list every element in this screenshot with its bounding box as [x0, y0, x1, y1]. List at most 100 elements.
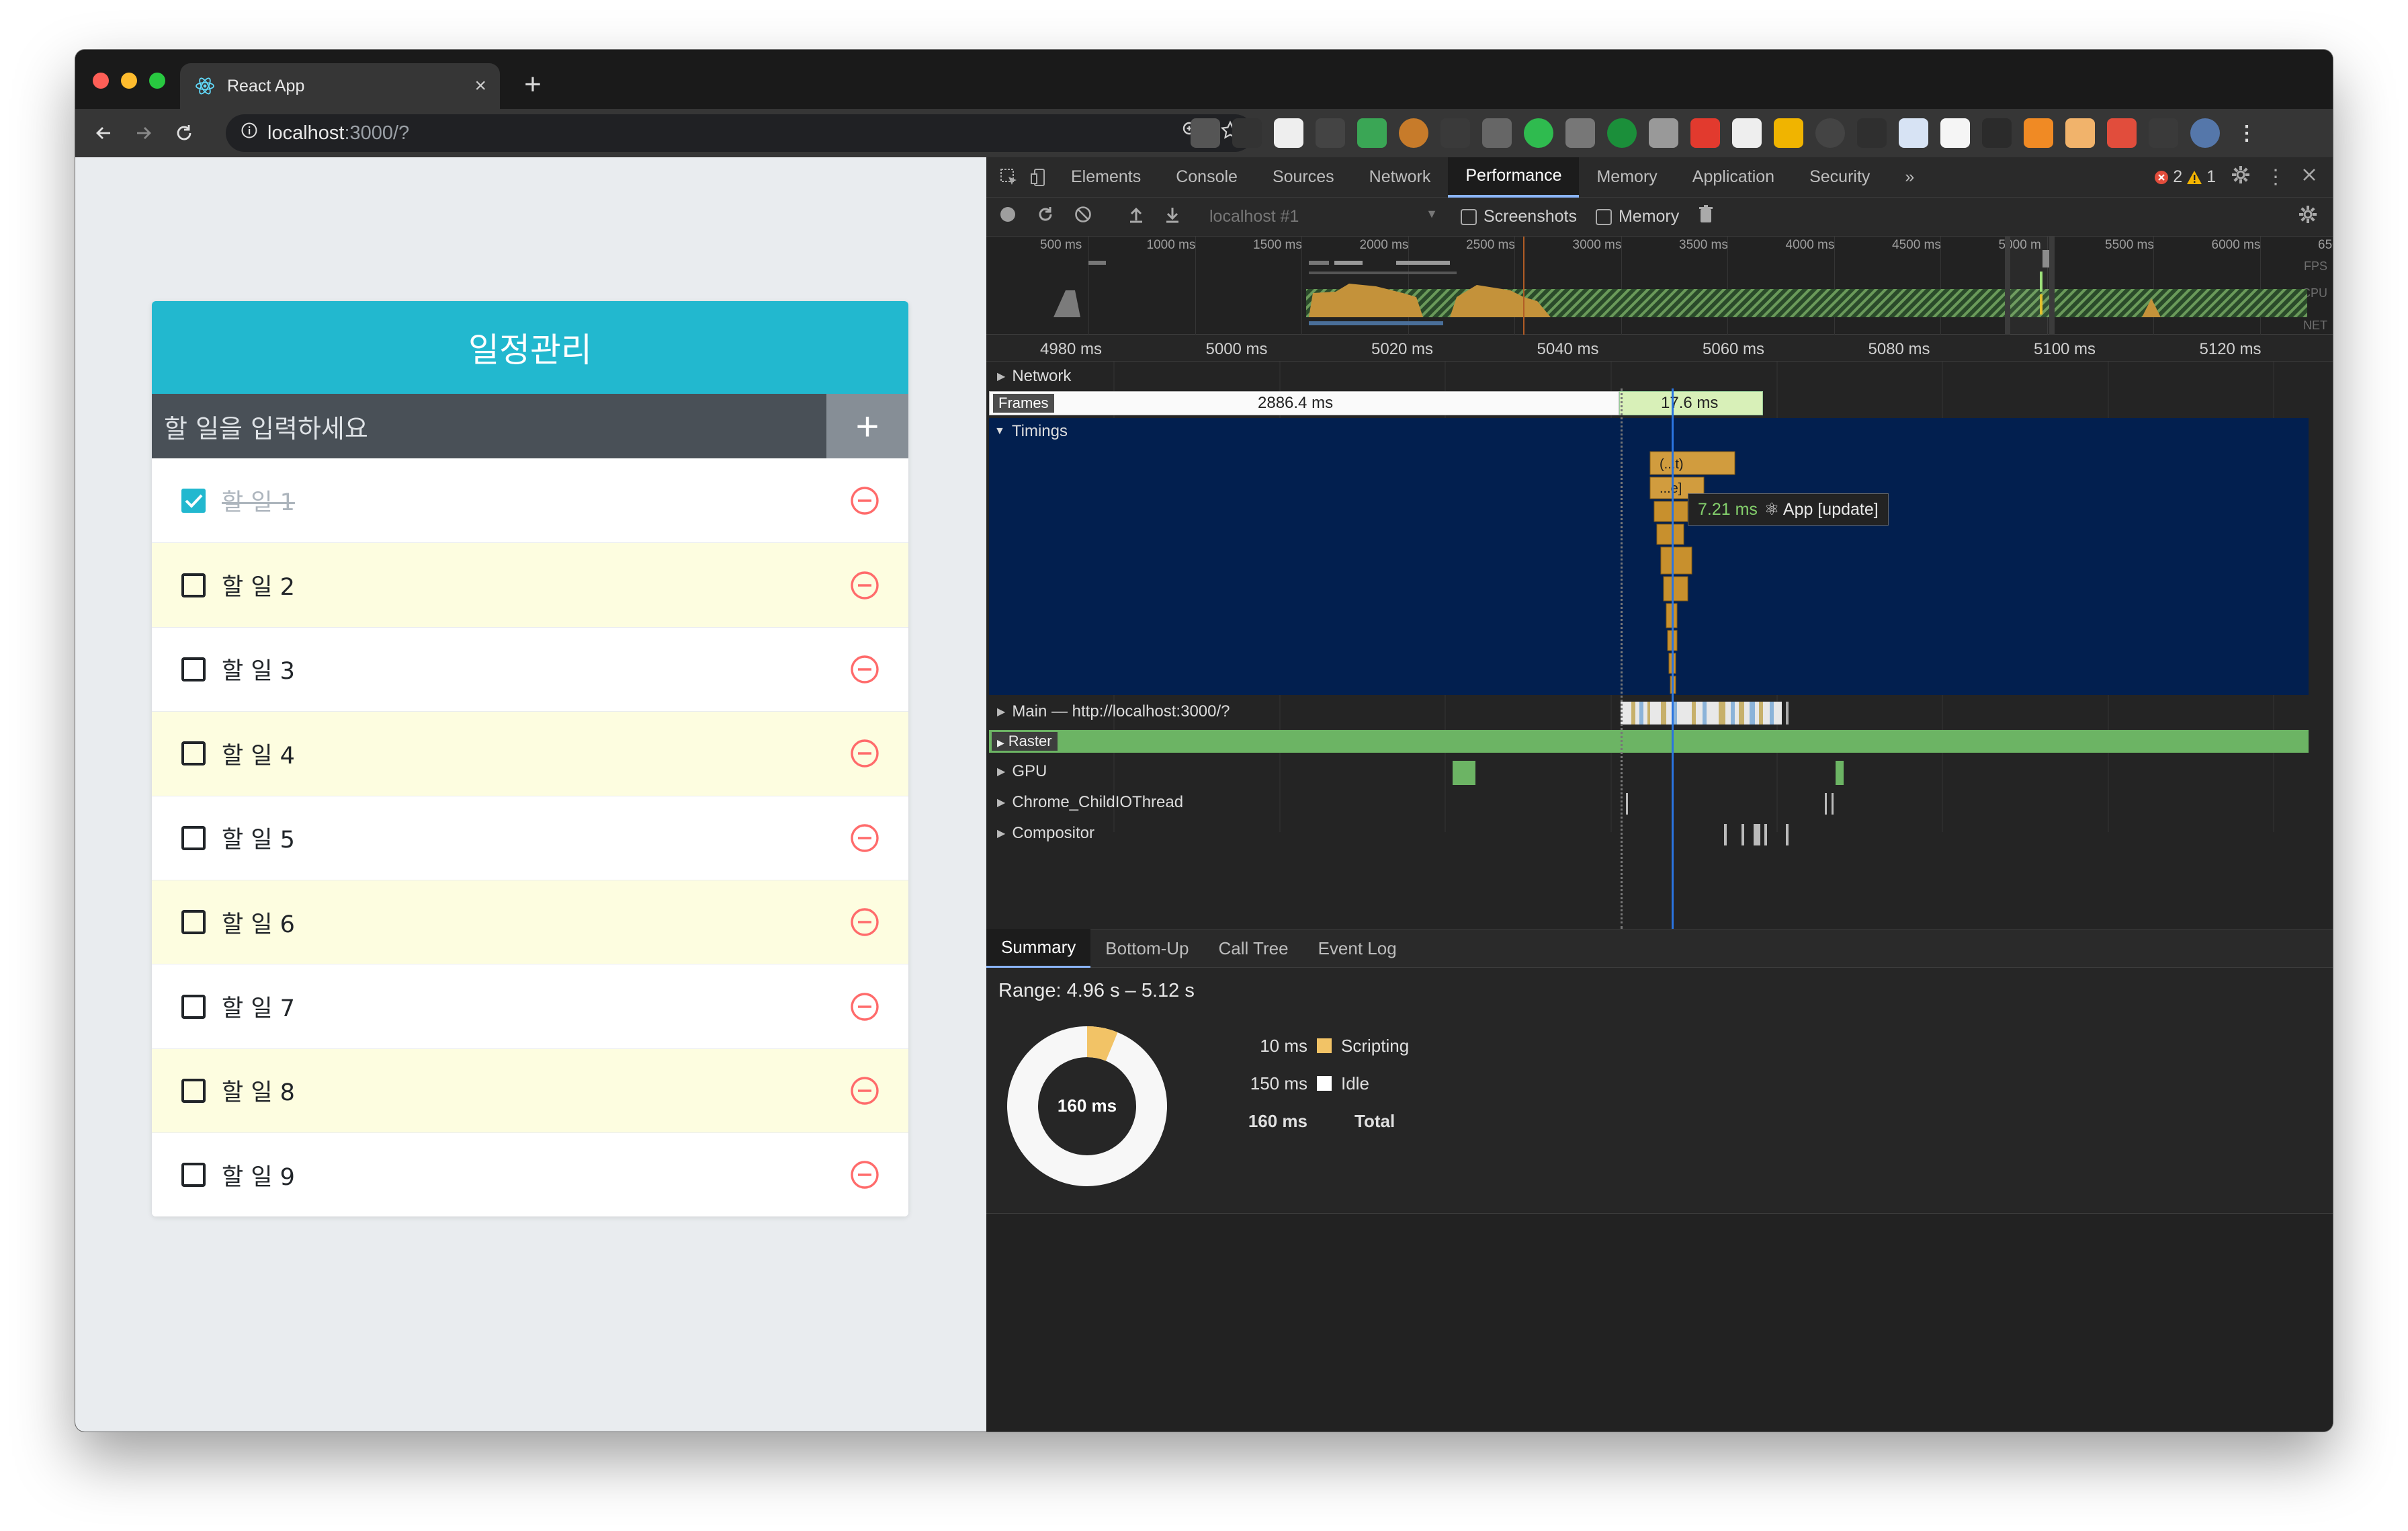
remove-icon[interactable] [849, 654, 880, 685]
media-control-icon[interactable] [2149, 118, 2178, 148]
new-tab-button[interactable]: + [516, 66, 550, 104]
reload-icon[interactable] [164, 113, 204, 153]
memory-checkbox[interactable]: Memory [1595, 207, 1679, 226]
unchecked-checkbox-icon[interactable] [180, 993, 207, 1020]
todo-text[interactable]: 할 일 3 [222, 652, 295, 686]
settings-gear-icon[interactable] [2231, 165, 2251, 190]
vue-devtools-icon[interactable] [1649, 118, 1678, 148]
load-profile-icon[interactable] [1127, 206, 1145, 228]
reload-profile-icon[interactable] [1036, 205, 1055, 229]
browser-tab-react-app[interactable]: React App × [180, 63, 500, 109]
unchecked-checkbox-icon[interactable] [180, 740, 207, 767]
extension-icon[interactable] [1482, 118, 1512, 148]
extension-icon[interactable] [1982, 118, 2012, 148]
todo-text[interactable]: 할 일 5 [222, 821, 295, 855]
unchecked-checkbox-icon[interactable] [180, 825, 207, 852]
todo-text[interactable]: 할 일 9 [222, 1158, 295, 1192]
save-profile-icon[interactable] [1164, 206, 1181, 228]
address-bar[interactable]: localhost:3000/? [226, 114, 1254, 152]
extension-icon[interactable] [1274, 118, 1303, 148]
timeline-overview[interactable]: 500 ms 1000 ms 1500 ms 2000 ms 2500 ms 3000 m… [986, 237, 2333, 335]
extension-cursor-icon[interactable] [1440, 118, 1470, 148]
playhead-line[interactable] [1672, 388, 1674, 929]
remove-icon[interactable] [849, 823, 880, 854]
todo-text[interactable]: 할 일 2 [222, 568, 295, 602]
tab-network[interactable]: Network [1352, 157, 1449, 198]
extension-target-icon[interactable] [1815, 118, 1845, 148]
extension-binary-icon[interactable] [1232, 118, 1262, 148]
remove-icon[interactable] [849, 738, 880, 769]
extension-icon[interactable] [2065, 118, 2095, 148]
tab-close-icon[interactable]: × [474, 75, 486, 97]
extension-icon[interactable] [2024, 118, 2053, 148]
error-count[interactable]: 2 1 [2154, 167, 2216, 187]
details-tab-bottom-up[interactable]: Bottom-Up [1090, 929, 1203, 968]
info-icon[interactable] [241, 122, 258, 144]
profile-avatar-icon[interactable] [2190, 118, 2220, 148]
checked-checkbox-icon[interactable] [180, 487, 207, 514]
capture-settings-icon[interactable] [2298, 204, 2318, 229]
browser-menu-icon[interactable]: ⋮ [2232, 118, 2262, 148]
maximize-window-button[interactable] [149, 73, 165, 89]
remove-icon[interactable] [849, 570, 880, 601]
tab-console[interactable]: Console [1158, 157, 1255, 198]
forward-icon[interactable] [124, 113, 164, 153]
todo-text[interactable]: 할 일 1 [222, 483, 295, 518]
evernote-icon[interactable] [1524, 118, 1553, 148]
extension-icon[interactable] [2107, 118, 2137, 148]
unchecked-checkbox-icon[interactable] [180, 656, 207, 683]
minimize-window-button[interactable] [121, 73, 137, 89]
unchecked-checkbox-icon[interactable] [180, 1161, 207, 1188]
todo-text[interactable]: 할 일 4 [222, 737, 295, 771]
device-toolbar-icon[interactable] [1024, 157, 1054, 198]
gpu-track[interactable]: ▶ GPU [986, 757, 2310, 786]
back-icon[interactable] [83, 113, 124, 153]
tab-application[interactable]: Application [1675, 157, 1792, 198]
extension-pencil-icon[interactable] [1316, 118, 1345, 148]
tab-memory[interactable]: Memory [1579, 157, 1674, 198]
extension-icon[interactable] [1690, 118, 1720, 148]
clear-icon[interactable] [1074, 205, 1092, 229]
tab-security[interactable]: Security [1792, 157, 1887, 198]
extension-icon[interactable] [1191, 118, 1220, 148]
inspect-element-icon[interactable] [994, 157, 1024, 198]
tab-sources[interactable]: Sources [1255, 157, 1352, 198]
todo-input[interactable]: 할 일을 입력하세요 [152, 394, 826, 458]
extension-icon[interactable] [1857, 118, 1887, 148]
todo-text[interactable]: 할 일 7 [222, 989, 295, 1024]
extension-icon[interactable] [1565, 118, 1595, 148]
details-tab-event-log[interactable]: Event Log [1303, 929, 1412, 968]
network-track[interactable]: ▶ Network [986, 363, 2310, 390]
collect-garbage-icon[interactable] [1698, 205, 1714, 229]
extension-icon[interactable] [1399, 118, 1428, 148]
details-tab-call-tree[interactable]: Call Tree [1204, 929, 1303, 968]
extension-icon[interactable] [1607, 118, 1637, 148]
remove-icon[interactable] [849, 907, 880, 938]
todo-text[interactable]: 할 일 6 [222, 905, 295, 940]
remove-icon[interactable] [849, 1159, 880, 1190]
tab-performance[interactable]: Performance [1448, 157, 1580, 198]
devtools-menu-icon[interactable]: ⋮ [2266, 165, 2286, 189]
remove-icon[interactable] [849, 1075, 880, 1106]
profile-select[interactable]: localhost #1 ▼ [1209, 207, 1438, 226]
more-tabs-button[interactable]: » [1887, 157, 1932, 198]
frames-track[interactable]: Frames 2886.4 ms 17.6 ms [989, 391, 2309, 415]
todo-text[interactable]: 할 일 8 [222, 1073, 295, 1108]
remove-icon[interactable] [849, 991, 880, 1022]
unchecked-checkbox-icon[interactable] [180, 572, 207, 599]
add-todo-button[interactable]: + [826, 394, 908, 458]
gpu-event[interactable] [1836, 761, 1844, 785]
raster-track[interactable]: ▶ Raster [989, 730, 2309, 753]
close-devtools-icon[interactable] [2300, 166, 2318, 188]
notion-icon[interactable] [1940, 118, 1970, 148]
close-window-button[interactable] [93, 73, 109, 89]
extension-cors-icon[interactable] [1357, 118, 1387, 148]
extension-icon[interactable] [1732, 118, 1762, 148]
details-tab-summary[interactable]: Summary [986, 929, 1091, 968]
extension-icon[interactable] [1899, 118, 1928, 148]
tab-elements[interactable]: Elements [1054, 157, 1158, 198]
record-icon[interactable] [998, 205, 1017, 229]
unchecked-checkbox-icon[interactable] [180, 909, 207, 936]
remove-icon[interactable] [849, 485, 880, 516]
extension-icon[interactable] [1774, 118, 1803, 148]
